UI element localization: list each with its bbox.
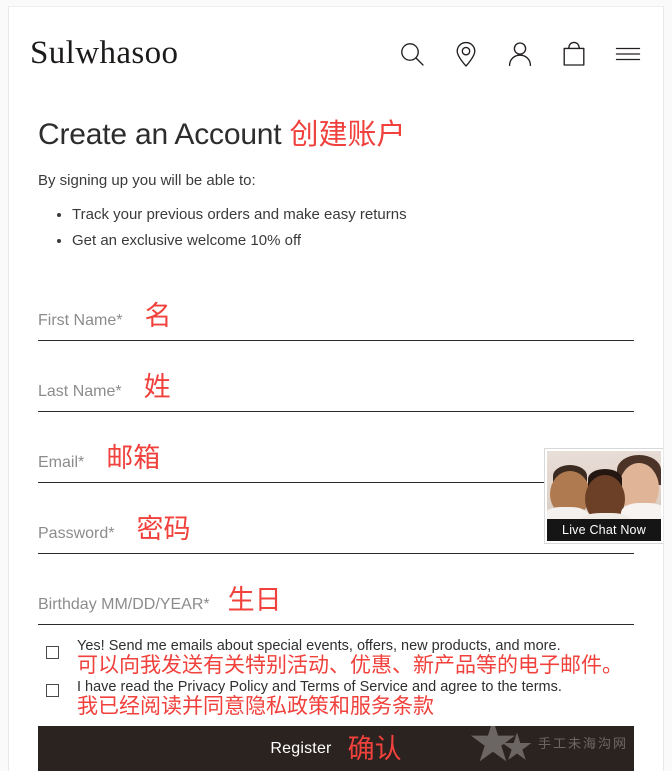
first-name-field[interactable]: First Name* 名 (38, 270, 634, 341)
signup-intro: By signing up you will be able to: (38, 172, 256, 189)
store-locator-icon[interactable] (451, 39, 481, 69)
brand-logo[interactable]: Sulwhasoo (30, 37, 178, 70)
page-title: Create an Account 创建账户 (38, 91, 634, 153)
live-chat-widget[interactable]: Live Chat Now (545, 449, 663, 543)
email-label: Email* (38, 454, 85, 471)
consent-row-marketing: Yes! Send me emails about special events… (38, 637, 634, 678)
first-name-label: First Name* (38, 312, 123, 329)
watermark: 手工未海沟网 (470, 725, 628, 766)
benefit-item: Track your previous orders and make easy… (72, 202, 634, 228)
password-label: Password* (38, 525, 115, 542)
password-label-cn: 密码 (136, 514, 191, 544)
site-header: Sulwhasoo (9, 7, 663, 91)
register-button-label-cn: 确认 (347, 733, 402, 764)
search-icon[interactable] (397, 39, 427, 69)
benefits-list: Track your previous orders and make easy… (38, 202, 634, 255)
main-content: Create an Account 创建账户 By signing up you … (9, 91, 663, 771)
register-button-label-en: Register (270, 740, 332, 758)
page-title-en: Create an Account (38, 118, 282, 151)
account-icon[interactable] (505, 39, 535, 69)
browser-viewport: Sulwhasoo Create an Account 创建账户 By sign… (8, 6, 664, 771)
live-chat-caption: Live Chat Now (547, 519, 661, 541)
shopping-bag-icon[interactable] (559, 39, 589, 69)
menu-icon[interactable] (613, 39, 643, 69)
first-name-label-cn: 名 (144, 301, 172, 331)
last-name-label: Last Name* (38, 383, 122, 400)
page-title-cn: 创建账户 (289, 119, 406, 151)
birthday-label-cn: 生日 (227, 585, 282, 615)
submit-area: Register 确认 手工未海沟网 (38, 725, 634, 771)
benefit-item: Get an exclusive welcome 10% off (72, 228, 634, 254)
marketing-consent-checkbox[interactable] (46, 646, 59, 659)
birthday-label: Birthday MM/DD/YEAR* (38, 596, 210, 613)
page-root: Sulwhasoo Create an Account 创建账户 By sign… (0, 0, 672, 771)
terms-consent-checkbox[interactable] (46, 684, 59, 698)
birthday-field[interactable]: Birthday MM/DD/YEAR* 生日 (38, 554, 634, 625)
star-icon (502, 732, 532, 760)
terms-consent-text-en: I have read the Privacy Policy and Terms… (77, 679, 562, 696)
last-name-label-cn: 姓 (143, 372, 171, 402)
live-chat-photo (547, 451, 661, 519)
terms-consent-text-cn: 我已经阅读并同意隐私政策和服务条款 (77, 695, 434, 719)
consent-row-terms: I have read the Privacy Policy and Terms… (38, 678, 634, 719)
star-icon (470, 725, 516, 762)
last-name-field[interactable]: Last Name* 姓 (38, 341, 634, 412)
watermark-text: 手工未海沟网 (537, 736, 628, 752)
email-label-cn: 邮箱 (106, 443, 161, 473)
header-icon-nav (397, 39, 643, 69)
register-button[interactable]: Register 确认 手工未海沟网 (38, 725, 634, 771)
consents-group: Yes! Send me emails about special events… (38, 637, 634, 720)
marketing-consent-text-cn: 可以向我发送有关特别活动、优惠、新产品等的电子邮件。 (77, 654, 623, 678)
marketing-consent-text-en: Yes! Send me emails about special events… (77, 638, 561, 654)
